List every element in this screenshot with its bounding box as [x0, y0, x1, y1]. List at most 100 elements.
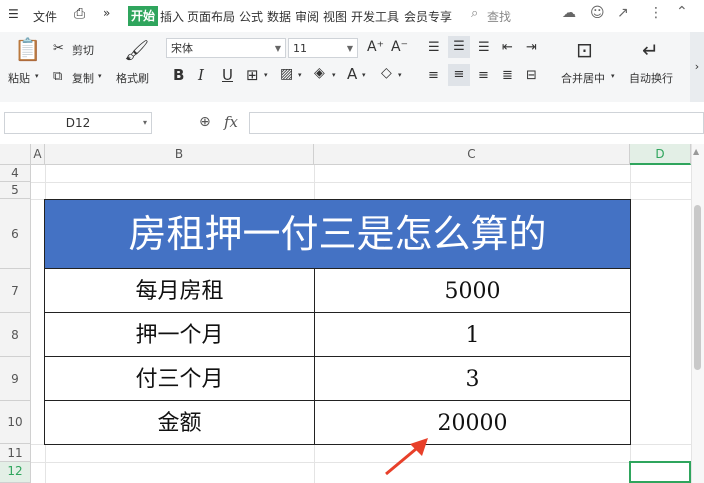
paste-icon[interactable]: 📋 [14, 38, 41, 63]
tab-view[interactable]: 视图 [323, 8, 347, 25]
row-header-10[interactable]: 10 [0, 401, 31, 444]
align-left-icon[interactable]: ≡ [428, 68, 439, 83]
annotation-arrow [385, 438, 428, 476]
search-icon: ⌕ [471, 6, 479, 21]
align-middle-icon[interactable]: ☰ [448, 36, 470, 58]
save-icon[interactable]: ⎙ [74, 6, 85, 22]
name-box-value: D12 [65, 116, 91, 130]
row-header-5[interactable]: 5 [0, 182, 31, 199]
table-cell-label[interactable]: 押一个月 [44, 312, 315, 357]
selected-cell-d12[interactable] [629, 461, 691, 483]
tab-member[interactable]: 会员专享 [404, 8, 452, 25]
table-cell-value[interactable]: 5000 [314, 268, 631, 313]
table-cell-label[interactable]: 每月房租 [44, 268, 315, 313]
chevron-down-icon: ▾ [142, 118, 147, 127]
column-header-d[interactable]: D [630, 144, 691, 165]
menu-bar: ☰ 文件 ⎙ » 开始 插入 页面布局 公式 数据 审阅 视图 开发工具 会员专… [0, 0, 704, 32]
tab-developer[interactable]: 开发工具 [351, 8, 399, 25]
font-color-icon[interactable]: A [347, 65, 357, 83]
fill-color-icon[interactable]: ◈ [314, 65, 325, 81]
zoom-icon[interactable]: ⊕ [199, 114, 211, 130]
table-title[interactable]: 房租押一付三是怎么算的 [44, 199, 631, 269]
font-size-select[interactable]: 11 ▼ [288, 38, 358, 58]
column-header-c[interactable]: C [314, 144, 630, 165]
fill-color-dropdown-icon[interactable]: ▾ [332, 71, 336, 79]
border-icon[interactable]: ⊞ [246, 66, 259, 84]
row-header-9[interactable]: 9 [0, 357, 31, 401]
align-bottom-icon[interactable]: ☰ [478, 40, 490, 55]
align-center-icon[interactable]: ≡ [448, 64, 470, 86]
menu-icon[interactable]: ☰ [8, 7, 19, 21]
tab-review[interactable]: 审阅 [295, 8, 319, 25]
underline-icon[interactable]: U [222, 66, 233, 84]
merge-center-button[interactable]: 合并居中 [561, 70, 605, 86]
more-dots-icon[interactable]: ⋮ [649, 5, 663, 21]
cloud-icon[interactable]: ☁ [562, 5, 576, 21]
table-cell-value[interactable]: 1 [314, 312, 631, 357]
chevron-down-icon: ▼ [274, 44, 281, 53]
tab-home[interactable]: 开始 [128, 6, 159, 26]
table-cell-label[interactable]: 付三个月 [44, 356, 315, 401]
fill-pattern-dropdown-icon[interactable]: ▾ [298, 71, 302, 79]
tab-page-layout[interactable]: 页面布局 [187, 8, 235, 25]
format-painter-icon: 🖌 [124, 38, 150, 62]
row-header-12[interactable]: 12 [0, 462, 31, 483]
paste-button[interactable]: 粘贴 [8, 70, 30, 86]
table-cell-value[interactable]: 20000 [314, 400, 631, 445]
more-icon[interactable]: » [103, 6, 110, 20]
merge-cells-icon: ⊡ [576, 38, 593, 62]
copy-dropdown-icon[interactable]: ▾ [98, 72, 102, 80]
merge-dropdown-icon[interactable]: ▾ [611, 72, 615, 80]
gridline [31, 182, 691, 183]
tab-formula[interactable]: 公式 [239, 8, 263, 25]
clear-format-icon[interactable]: ◇ [381, 65, 392, 81]
ribbon: 📋 粘贴 ▾ ✂ 剪切 ⧉ 复制 ▾ 🖌 格式刷 宋体 ▼ 11 ▼ A⁺ A⁻… [0, 32, 704, 103]
clear-format-dropdown-icon[interactable]: ▾ [398, 71, 402, 79]
format-painter-button[interactable]: 格式刷 [116, 70, 149, 86]
copy-icon: ⧉ [53, 69, 63, 84]
distribute-icon[interactable]: ⊟ [526, 68, 537, 83]
increase-indent-icon[interactable]: ⇥ [526, 40, 537, 55]
gridline [31, 462, 691, 463]
copy-button[interactable]: 复制 [72, 70, 94, 86]
formula-input[interactable] [249, 112, 704, 134]
table-cell-value[interactable]: 3 [314, 356, 631, 401]
column-header-b[interactable]: B [45, 144, 314, 165]
row-header-8[interactable]: 8 [0, 313, 31, 357]
select-all-corner[interactable] [0, 144, 31, 165]
row-header-11[interactable]: 11 [0, 444, 31, 462]
bold-icon[interactable]: B [173, 66, 184, 84]
align-right-icon[interactable]: ≡ [478, 68, 489, 83]
name-box[interactable]: D12 ▾ [4, 112, 152, 134]
tab-insert[interactable]: 插入 [160, 8, 184, 25]
paste-dropdown-icon[interactable]: ▾ [35, 72, 39, 80]
scrollbar-thumb[interactable] [694, 205, 701, 370]
increase-font-icon[interactable]: A⁺ [367, 39, 384, 55]
decrease-indent-icon[interactable]: ⇤ [502, 40, 513, 55]
collapse-icon[interactable]: ⌃ [676, 4, 688, 20]
italic-icon[interactable]: I [198, 66, 204, 84]
row-header-7[interactable]: 7 [0, 269, 31, 313]
align-top-icon[interactable]: ☰ [428, 40, 440, 55]
user-add-icon[interactable]: ☺ [590, 5, 605, 21]
fill-pattern-icon[interactable]: ▨ [280, 66, 293, 82]
table-cell-label[interactable]: 金额 [44, 400, 315, 445]
row-header-4[interactable]: 4 [0, 165, 31, 182]
column-header-a[interactable]: A [31, 144, 45, 165]
fx-icon[interactable]: fx [224, 113, 238, 131]
search-label[interactable]: 查找 [487, 8, 511, 25]
font-name-select[interactable]: 宋体 ▼ [166, 38, 286, 58]
ribbon-scroll-right-icon[interactable]: › [690, 32, 704, 102]
decrease-font-icon[interactable]: A⁻ [391, 39, 408, 55]
file-menu[interactable]: 文件 [33, 8, 57, 25]
justify-icon[interactable]: ≣ [502, 68, 513, 83]
share-icon[interactable]: ↗ [617, 5, 629, 21]
border-dropdown-icon[interactable]: ▾ [264, 71, 268, 79]
row-header-6[interactable]: 6 [0, 199, 31, 269]
cut-button[interactable]: 剪切 [72, 42, 94, 58]
wrap-text-button[interactable]: 自动换行 [629, 70, 673, 86]
font-color-dropdown-icon[interactable]: ▾ [362, 71, 366, 79]
tab-data[interactable]: 数据 [267, 8, 291, 25]
font-name-value: 宋体 [171, 42, 193, 55]
scroll-up-icon[interactable]: ▲ [693, 147, 699, 156]
